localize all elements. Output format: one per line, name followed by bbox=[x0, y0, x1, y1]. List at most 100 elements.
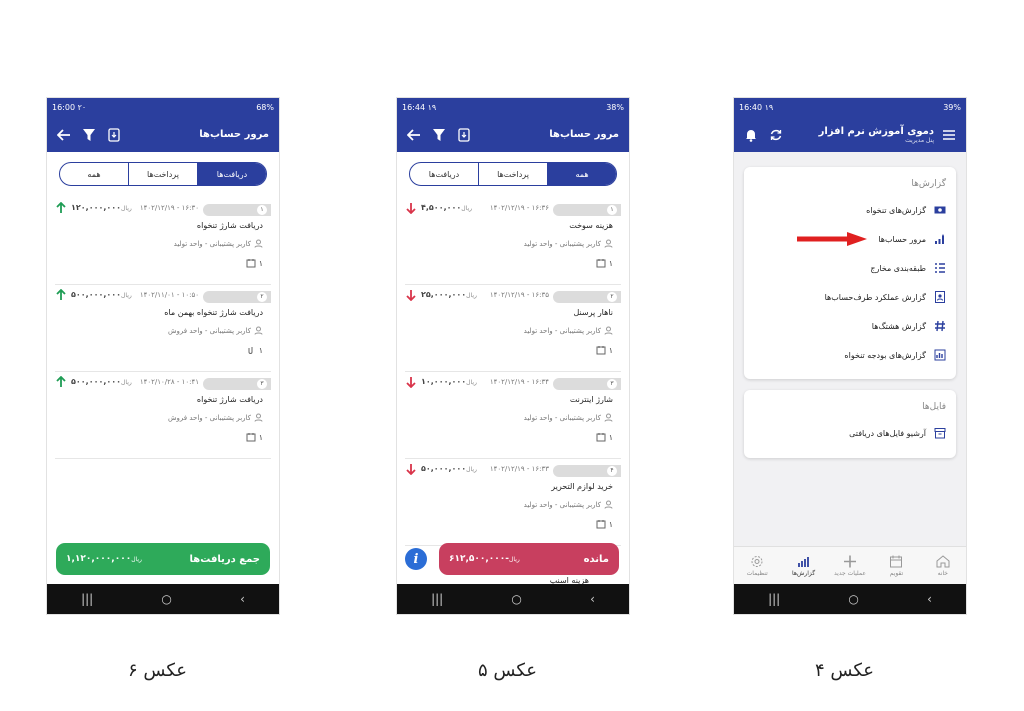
row-user: کاربر پشتیبانی - واحد فروش bbox=[168, 326, 251, 335]
row-description: شارژ اینترنت bbox=[569, 395, 613, 404]
row-number: ۴ bbox=[607, 466, 617, 476]
page-title: مرور حساب‌ها bbox=[199, 129, 269, 140]
menu-item-account-review[interactable]: مرور حساب‌ها bbox=[878, 233, 946, 245]
list-item[interactable]: ۳ ۱۶:۳۴ - ۱۴۰۲/۱۲/۱۹ ریال۱۰,۰۰۰,۰۰۰ شارژ… bbox=[405, 372, 621, 459]
home-icon[interactable]: ○ bbox=[161, 592, 171, 606]
user-icon bbox=[604, 500, 613, 509]
status-indicators: 68% bbox=[256, 103, 274, 112]
menu-item-received-files-archive[interactable]: آرشیو فایل‌های دریافتی bbox=[849, 427, 946, 439]
list-item[interactable]: ۲ ۱۰:۵۰ - ۱۴۰۲/۱۱/۰۱ ریال۵۰۰,۰۰۰,۰۰۰ دری… bbox=[55, 285, 271, 372]
reports-card-title: گزارش‌ها bbox=[911, 179, 946, 189]
arrow-down-icon bbox=[406, 377, 416, 388]
row-number: ۳ bbox=[607, 379, 617, 389]
attachment-icon bbox=[248, 347, 253, 354]
arrow-down-icon bbox=[406, 203, 416, 214]
row-count: ۱ bbox=[608, 345, 613, 355]
export-icon[interactable] bbox=[107, 127, 121, 142]
tab-all[interactable]: همه bbox=[60, 163, 128, 185]
list-item[interactable]: ۴ ۱۶:۳۳ - ۱۴۰۲/۱۲/۱۹ ریال۵۰,۰۰۰,۰۰۰ خرید… bbox=[405, 459, 621, 546]
transaction-list: ۱ ۱۶:۳۰ - ۱۴۰۲/۱۲/۱۹ ریال۱۲۰,۰۰۰,۰۰۰ دری… bbox=[55, 198, 271, 459]
nav-home[interactable]: خانه bbox=[920, 547, 966, 584]
currency-label: ریال bbox=[466, 379, 477, 386]
row-description: دریافت شارژ تنخواه bbox=[196, 395, 263, 404]
arrow-up-icon bbox=[56, 289, 66, 300]
home-icon[interactable]: ○ bbox=[848, 592, 858, 606]
menu-item-petty-cash-reports[interactable]: گزارش‌های تنخواه bbox=[866, 204, 946, 216]
tab-payments[interactable]: پرداخت‌ها bbox=[128, 163, 197, 185]
row-number: ۱ bbox=[257, 205, 267, 215]
row-datetime: ۱۶:۳۴ - ۱۴۰۲/۱۲/۱۹ bbox=[489, 378, 549, 386]
export-icon[interactable] bbox=[457, 127, 471, 142]
row-user: کاربر پشتیبانی - واحد تولید bbox=[523, 239, 601, 248]
transaction-list: ۱ ۱۶:۳۶ - ۱۴۰۲/۱۲/۱۹ ریال۴,۵۰۰,۰۰۰ هزینه… bbox=[405, 198, 621, 546]
row-user: کاربر پشتیبانی - واحد تولید bbox=[523, 413, 601, 422]
menu-item-budget-reports[interactable]: گزارش‌های بودجه تنخواه bbox=[844, 349, 946, 361]
bell-icon[interactable] bbox=[744, 128, 758, 142]
user-icon bbox=[254, 239, 263, 248]
system-nav-bar: ||| ○ ‹ bbox=[397, 584, 629, 614]
tab-receipts[interactable]: دریافت‌ها bbox=[410, 163, 478, 185]
row-datetime: ۱۶:۳۰ - ۱۴۰۲/۱۲/۱۹ bbox=[139, 204, 199, 212]
list-icon bbox=[935, 263, 945, 273]
row-amount: ۴,۵۰۰,۰۰۰ bbox=[421, 203, 462, 212]
nav-new-operation[interactable]: عملیات جدید bbox=[827, 547, 873, 584]
row-description: دریافت شارژ تنخواه بهمن ماه bbox=[164, 308, 263, 317]
app-subtitle: پنل مدیریت bbox=[905, 136, 934, 144]
back-icon[interactable]: ‹ bbox=[927, 592, 932, 606]
row-user: کاربر پشتیبانی - واحد تولید bbox=[523, 326, 601, 335]
refresh-icon[interactable] bbox=[769, 128, 783, 142]
red-arrow-annotation bbox=[797, 232, 867, 246]
back-icon[interactable]: ‹ bbox=[590, 592, 595, 606]
balance-label: مانده bbox=[583, 553, 609, 565]
caption-photo-5: عکس ۵ bbox=[478, 660, 538, 681]
currency-label: ریال bbox=[509, 556, 520, 563]
app-bar: دموی آموزش نرم افزار پنل مدیریت bbox=[734, 117, 966, 152]
recents-icon[interactable]: ||| bbox=[81, 592, 93, 606]
nav-settings[interactable]: تنظیمات bbox=[734, 547, 780, 584]
tab-all[interactable]: همه bbox=[547, 163, 616, 185]
info-icon[interactable]: i bbox=[405, 548, 427, 570]
menu-item-expense-categories[interactable]: طبقه‌بندی مخارج bbox=[870, 262, 946, 274]
home-icon[interactable]: ○ bbox=[511, 592, 521, 606]
tab-receipts[interactable]: دریافت‌ها bbox=[197, 163, 266, 185]
list-item[interactable]: ۳ ۱۰:۴۱ - ۱۴۰۲/۱۰/۲۸ ریال۵۰۰,۰۰۰,۰۰۰ دری… bbox=[55, 372, 271, 459]
menu-item-counterparty-performance[interactable]: گزارش عملکرد طرف‌حساب‌ها bbox=[825, 291, 946, 303]
status-bar: 16:40 ۱۹ 39% bbox=[734, 98, 966, 117]
system-nav-bar: ||| ○ ‹ bbox=[734, 584, 966, 614]
back-icon[interactable]: ‹ bbox=[240, 592, 245, 606]
row-count: ۱ bbox=[608, 519, 613, 529]
list-item[interactable]: ۲ ۱۶:۳۵ - ۱۴۰۲/۱۲/۱۹ ریال۲۵,۰۰۰,۰۰۰ ناها… bbox=[405, 285, 621, 372]
nav-calendar[interactable]: تقویم bbox=[873, 547, 919, 584]
budget-icon bbox=[934, 349, 946, 361]
back-arrow-icon[interactable] bbox=[57, 128, 71, 142]
row-amount: ۲۵,۰۰۰,۰۰۰ bbox=[421, 290, 467, 299]
list-item[interactable]: ۱ ۱۶:۳۶ - ۱۴۰۲/۱۲/۱۹ ریال۴,۵۰۰,۰۰۰ هزینه… bbox=[405, 198, 621, 285]
row-amount: ۵۰۰,۰۰۰,۰۰۰ bbox=[71, 290, 122, 299]
menu-item-hashtag-report[interactable]: گزارش هشتگ‌ها bbox=[872, 320, 946, 332]
filter-icon[interactable] bbox=[432, 128, 446, 142]
status-indicators: 39% bbox=[943, 103, 961, 112]
recents-icon[interactable]: ||| bbox=[768, 592, 780, 606]
tab-bar: همه پرداخت‌ها دریافت‌ها bbox=[59, 162, 267, 186]
row-count: ۱ bbox=[608, 432, 613, 442]
screenshot-4: 16:40 ۱۹ 39% دموی آموزش نرم افزار پنل مد… bbox=[734, 98, 966, 614]
gear-icon bbox=[751, 555, 763, 567]
user-icon bbox=[604, 413, 613, 422]
recents-icon[interactable]: ||| bbox=[431, 592, 443, 606]
tab-payments[interactable]: پرداخت‌ها bbox=[478, 163, 547, 185]
row-number: ۳ bbox=[257, 379, 267, 389]
calendar-icon bbox=[596, 259, 606, 268]
nav-reports[interactable]: گزارش‌ها bbox=[780, 547, 826, 584]
total-label: جمع دریافت‌ها bbox=[189, 553, 260, 565]
row-datetime: ۱۰:۴۱ - ۱۴۰۲/۱۰/۲۸ bbox=[139, 378, 199, 386]
list-item[interactable]: ۱ ۱۶:۳۰ - ۱۴۰۲/۱۲/۱۹ ریال۱۲۰,۰۰۰,۰۰۰ دری… bbox=[55, 198, 271, 285]
filter-icon[interactable] bbox=[82, 128, 96, 142]
balance-value: -۶۱۲,۵۰۰,۰۰۰ bbox=[449, 554, 510, 564]
row-number: ۲ bbox=[257, 292, 267, 302]
user-icon bbox=[604, 239, 613, 248]
back-arrow-icon[interactable] bbox=[407, 128, 421, 142]
home-icon bbox=[936, 554, 950, 567]
total-value: ۱,۱۲۰,۰۰۰,۰۰۰ bbox=[66, 554, 132, 564]
hamburger-menu-icon[interactable] bbox=[942, 129, 956, 141]
arrow-up-icon bbox=[56, 376, 66, 387]
